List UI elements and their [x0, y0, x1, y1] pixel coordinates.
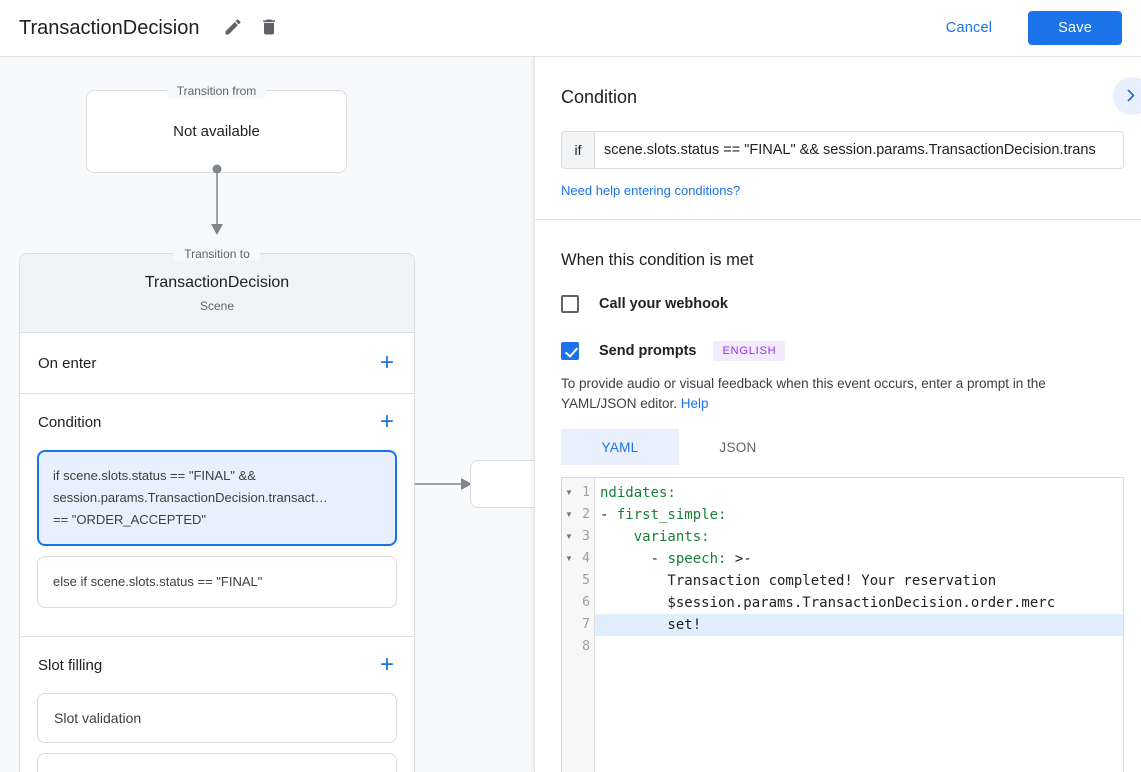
transition-from-legend: Transition from — [87, 82, 346, 100]
line-code: variants: — [633, 529, 710, 545]
on-enter-section-header: On enter + — [20, 333, 414, 393]
editor-line[interactable]: 8 — [562, 636, 1123, 658]
call-webhook-checkbox[interactable] — [561, 295, 579, 313]
condition-card[interactable]: if scene.slots.status == "FINAL" && sessi… — [37, 450, 397, 546]
fold-arrow-icon[interactable]: ▼ — [562, 548, 576, 570]
webhook-row: Call your webhook — [561, 295, 1124, 313]
line-code: set! — [595, 614, 1123, 636]
editor-format-tabs: YAML JSON — [561, 429, 1124, 465]
condition-section-label: Condition — [38, 413, 102, 431]
line-code: Transaction completed! Your reservation — [600, 573, 997, 589]
line-number: 7 — [582, 617, 590, 632]
cancel-button[interactable]: Cancel — [946, 20, 992, 36]
line-number: 1 — [582, 485, 590, 500]
add-on-enter-button[interactable]: + — [378, 351, 396, 375]
fold-arrow-icon[interactable]: ▼ — [562, 504, 576, 526]
condition-help: Need help entering conditions? — [561, 183, 1124, 198]
slot-card[interactable]: TransactionDecision — [37, 753, 397, 772]
transition-to-box: Transition to TransactionDecision Scene … — [19, 247, 415, 772]
condition-detail-panel: Condition if Need help entering conditio… — [534, 57, 1141, 772]
chevron-right-icon — [1122, 89, 1135, 102]
fold-arrow-icon[interactable]: ▼ — [562, 526, 576, 548]
transition-from-box: Transition from Not available — [86, 84, 347, 173]
editor-line[interactable]: 7 set! — [562, 614, 1123, 636]
send-prompts-checkbox[interactable] — [561, 342, 579, 360]
line-number: 3 — [582, 529, 590, 544]
trash-icon — [259, 17, 279, 40]
tab-yaml[interactable]: YAML — [561, 429, 679, 465]
edit-scene-button[interactable] — [215, 10, 251, 46]
fold-arrow-icon — [562, 592, 576, 614]
line-number: 2 — [582, 507, 590, 522]
panel-heading: Condition — [561, 87, 638, 107]
slot-filling-label: Slot filling — [38, 656, 103, 674]
condition-card[interactable]: else if scene.slots.status == "FINAL" — [37, 556, 397, 608]
page-title: TransactionDecision — [19, 16, 200, 39]
editor-line[interactable]: ▼ 3 variants: — [562, 526, 1123, 548]
editor-line[interactable]: 5 Transaction completed! Your reservatio… — [562, 570, 1123, 592]
condition-expression-input[interactable] — [594, 131, 1124, 169]
editor-line[interactable]: ▼ 2 - first_simple: — [562, 504, 1123, 526]
line-code: ndidates: — [600, 485, 676, 501]
condition-cards: if scene.slots.status == "FINAL" && sessi… — [20, 450, 414, 636]
editor-rows: ▼ 1 ndidates: ▼ 2 - first_simple: ▼ 3 variants:… — [562, 478, 1123, 658]
top-bar: TransactionDecision Cancel Save — [0, 0, 1141, 57]
on-enter-label: On enter — [38, 354, 97, 372]
scene-header: TransactionDecision Scene — [20, 254, 414, 333]
collapse-panel-button[interactable] — [1113, 77, 1141, 115]
line-number: 5 — [582, 573, 590, 588]
scene-diagram-canvas: Transition from Not available Transition… — [0, 57, 552, 772]
condition-section-header: Condition + — [20, 394, 414, 450]
condition-card-line: == "ORDER_ACCEPTED" — [53, 512, 206, 527]
transition-from-value: Not available — [173, 123, 260, 140]
add-slot-button[interactable]: + — [378, 653, 396, 677]
prompts-row: Send prompts ENGLISH — [561, 341, 1124, 361]
editor-line[interactable]: ▼ 4 - speech: >- — [562, 548, 1123, 570]
line-number: 6 — [582, 595, 590, 610]
fold-arrow-icon — [562, 570, 576, 592]
condition-met-heading: When this condition is met — [561, 251, 754, 269]
fold-arrow-icon — [562, 614, 576, 636]
fold-arrow-icon[interactable]: ▼ — [562, 482, 576, 504]
condition-expression-row: if — [561, 131, 1124, 169]
slot-card[interactable]: Slot validation — [37, 693, 397, 743]
send-prompts-label: Send prompts — [599, 343, 697, 359]
call-webhook-label: Call your webhook — [599, 296, 728, 312]
condition-card-line: if scene.slots.status == "FINAL" && — [53, 468, 256, 483]
save-button[interactable]: Save — [1028, 11, 1122, 45]
line-number: 8 — [582, 639, 590, 654]
line-code: $session.params.TransactionDecision.orde… — [600, 595, 1056, 611]
editor-line[interactable]: ▼ 1 ndidates: — [562, 482, 1123, 504]
fold-arrow-icon — [562, 636, 576, 658]
line-number: 4 — [582, 551, 590, 566]
line-code: - first_simple: — [600, 507, 727, 523]
helper-help-link[interactable]: Help — [681, 396, 709, 411]
tab-json[interactable]: JSON — [679, 429, 797, 465]
prompts-helper-text: To provide audio or visual feedback when… — [561, 376, 1046, 411]
delete-scene-button[interactable] — [251, 10, 287, 46]
if-prefix-label: if — [561, 131, 594, 169]
slot-cards: Slot validation TransactionDecision — [20, 693, 414, 772]
panel-divider — [535, 219, 1141, 220]
pencil-icon — [223, 17, 243, 40]
condition-card-line: session.params.TransactionDecision.trans… — [53, 490, 328, 505]
language-badge: ENGLISH — [713, 341, 786, 361]
editor-line[interactable]: 6 $session.params.TransactionDecision.or… — [562, 592, 1123, 614]
condition-card-line: else if scene.slots.status == "FINAL" — [53, 574, 263, 589]
line-code: - speech: >- — [600, 551, 752, 567]
yaml-code-editor[interactable]: ▼ 1 ndidates: ▼ 2 - first_simple: ▼ 3 variants:… — [561, 477, 1124, 772]
scene-type-label: Scene — [199, 298, 235, 313]
condition-help-link[interactable]: Need help entering conditions? — [561, 183, 740, 198]
scene-name: TransactionDecision — [144, 273, 290, 291]
add-condition-button[interactable]: + — [378, 410, 396, 434]
slot-filling-section-header: Slot filling + — [20, 637, 414, 693]
